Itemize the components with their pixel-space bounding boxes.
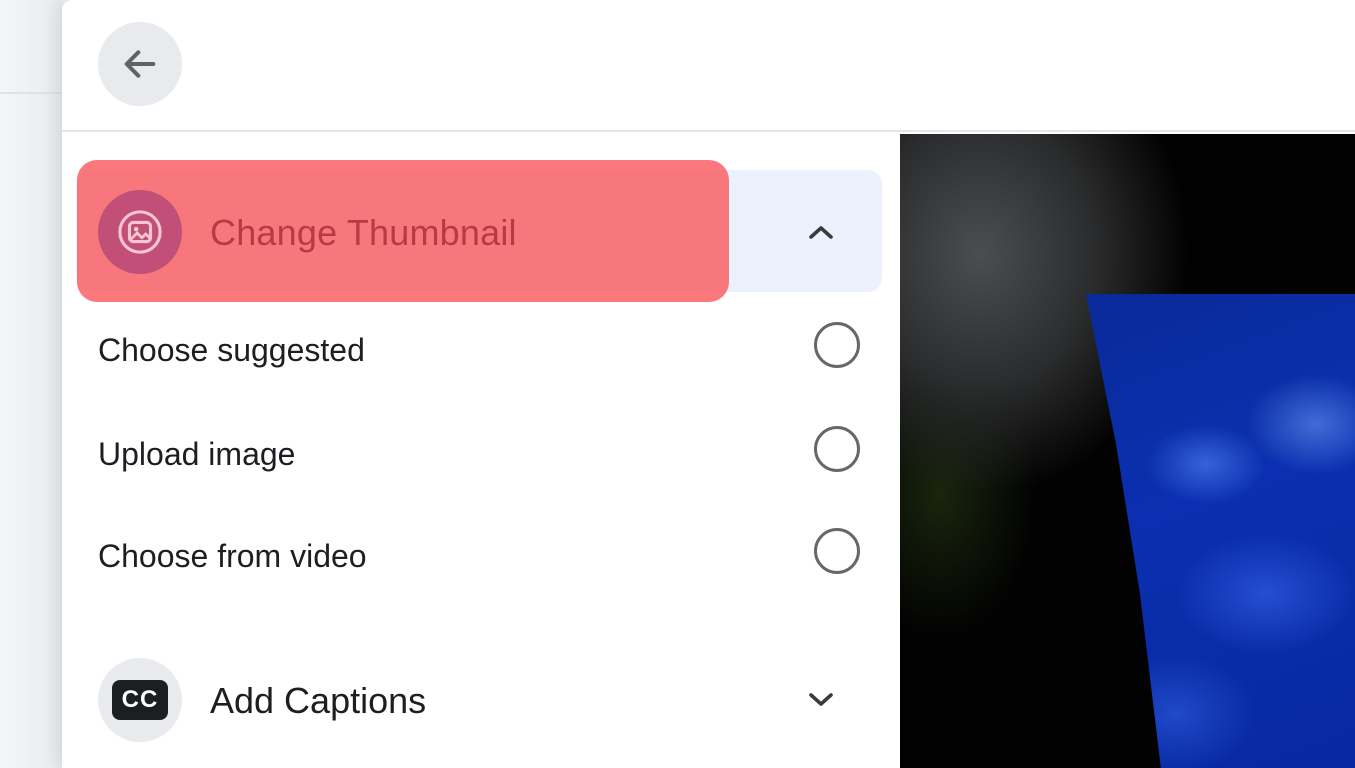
- option-upload-image[interactable]: Upload image: [98, 416, 864, 496]
- option-label: Choose from video: [98, 538, 367, 574]
- radio-choose-from-video[interactable]: [814, 528, 860, 574]
- add-captions-title: Add Captions: [210, 680, 427, 721]
- background-divider: [0, 92, 62, 94]
- chevron-up-icon[interactable]: [804, 220, 838, 244]
- captions-icon-circle: CC: [98, 658, 182, 742]
- video-frame: [1086, 294, 1355, 768]
- edit-video-dialog: Change Thumbnail Choose suggested Upload…: [62, 0, 1355, 768]
- thumbnail-icon-circle: [98, 190, 182, 274]
- add-captions-header[interactable]: CC Add Captions: [98, 658, 864, 744]
- radio-upload-image[interactable]: [814, 426, 860, 472]
- chevron-down-icon[interactable]: [804, 688, 838, 712]
- option-label: Upload image: [98, 436, 296, 472]
- background-page: [0, 0, 62, 768]
- dialog-header: [62, 0, 1355, 132]
- radio-choose-suggested[interactable]: [814, 322, 860, 368]
- closed-captions-icon: CC: [112, 680, 168, 720]
- change-thumbnail-title: Change Thumbnail: [210, 212, 517, 253]
- arrow-left-icon: [124, 50, 156, 78]
- image-icon: [118, 210, 162, 254]
- video-preview: [900, 134, 1355, 768]
- settings-panel: Change Thumbnail Choose suggested Upload…: [62, 134, 900, 768]
- option-choose-from-video[interactable]: Choose from video: [98, 518, 864, 598]
- option-choose-suggested[interactable]: Choose suggested: [98, 312, 864, 392]
- back-button[interactable]: [98, 22, 182, 106]
- option-label: Choose suggested: [98, 332, 365, 368]
